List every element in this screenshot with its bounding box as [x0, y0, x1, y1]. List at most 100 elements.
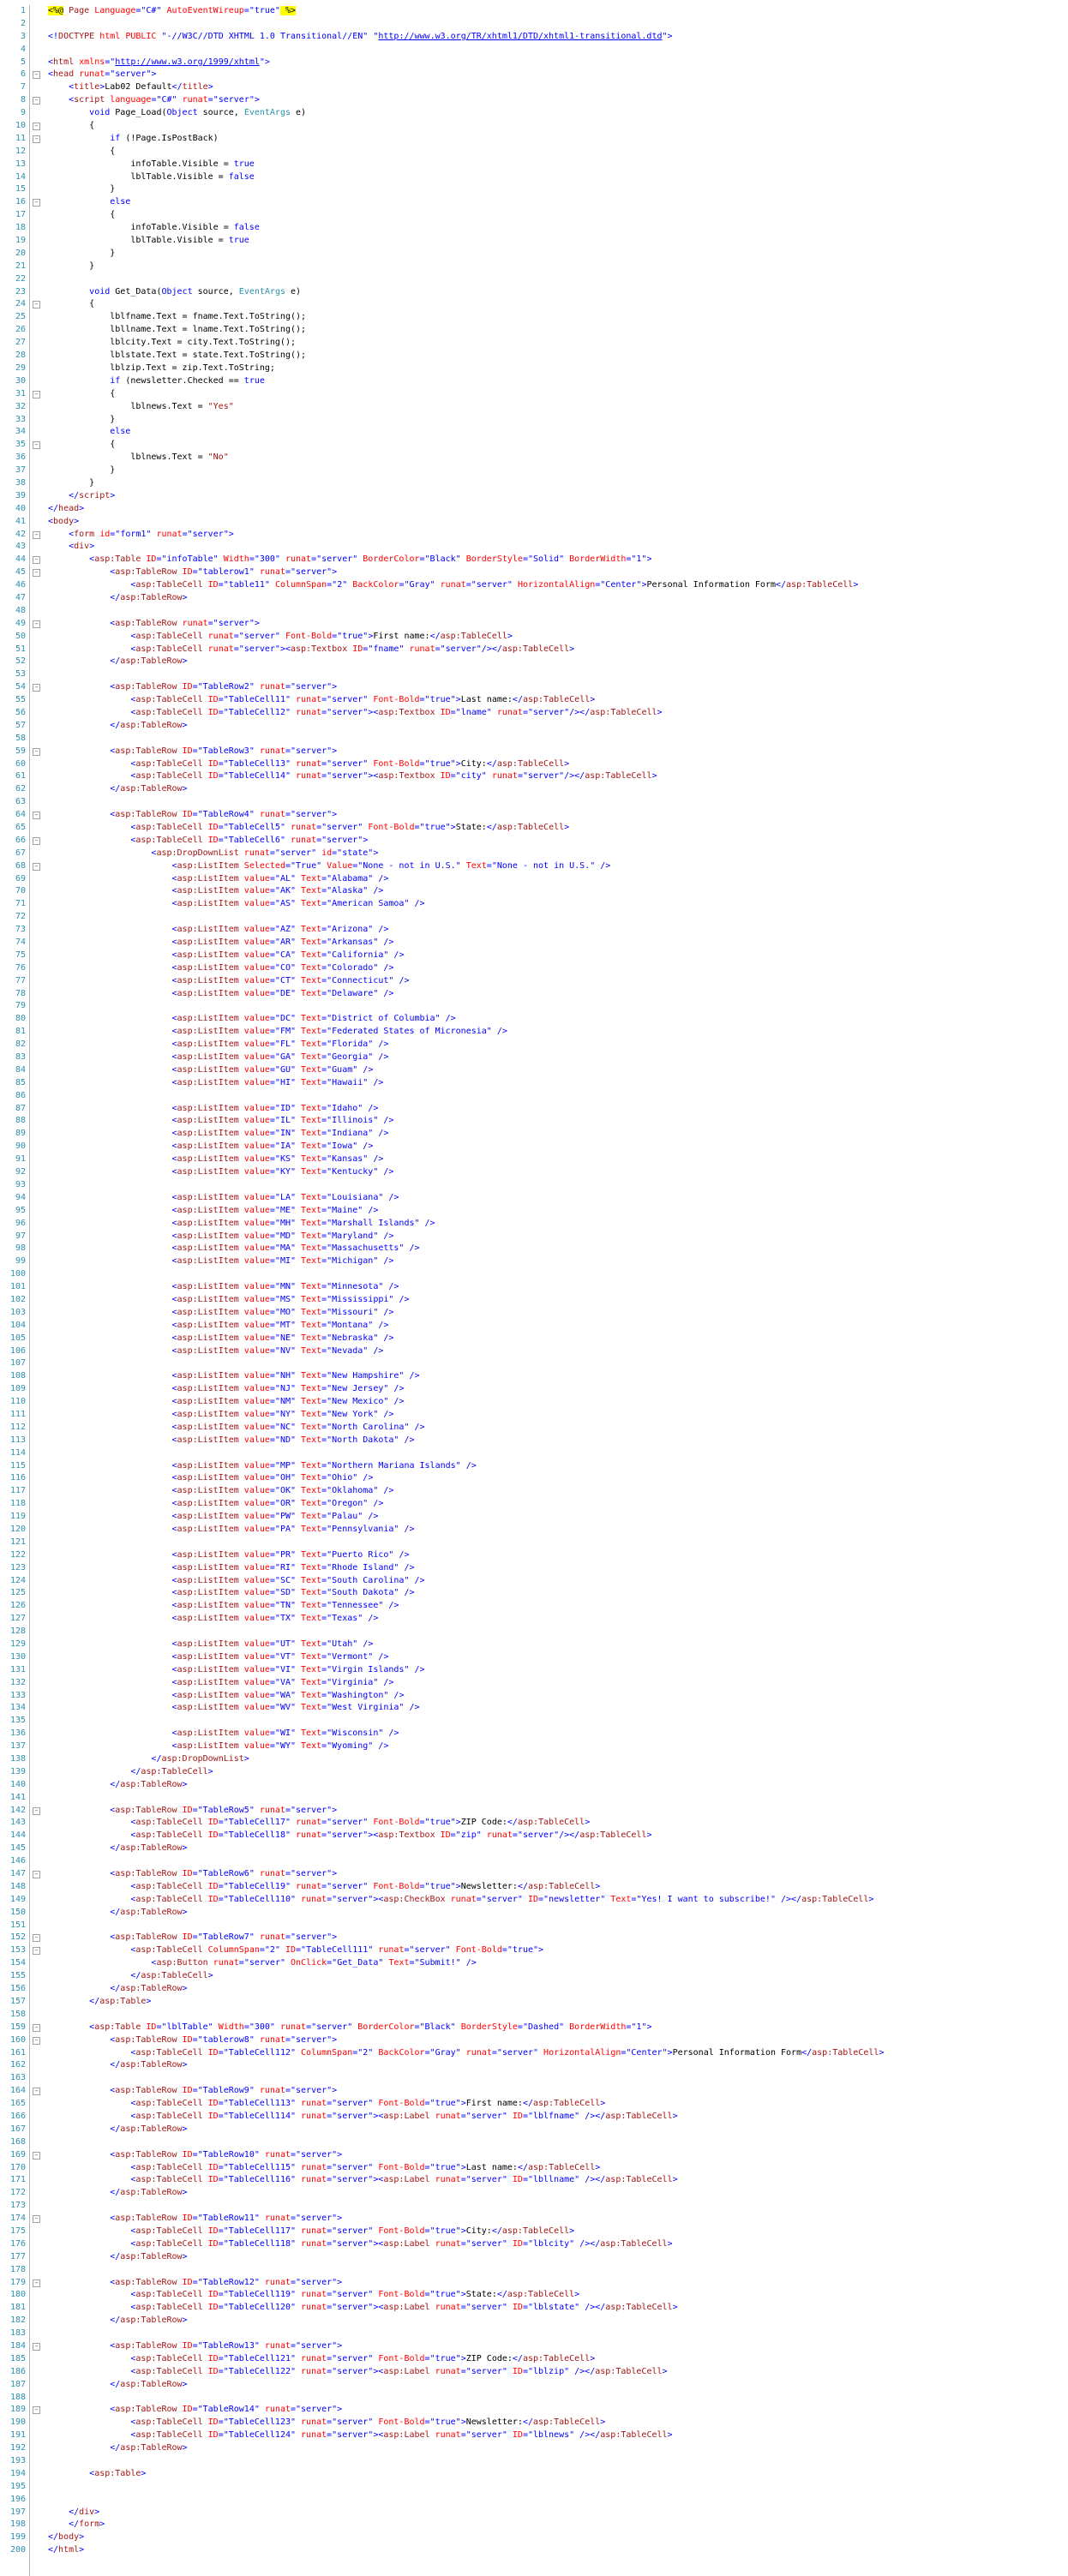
code-line[interactable]: 26 lbllname.Text = lname.Text.ToString()… — [0, 324, 1068, 337]
code-line[interactable]: 38 } — [0, 477, 1068, 490]
code-line[interactable]: 115 <asp:ListItem value="MP" Text="North… — [0, 1460, 1068, 1473]
code-line[interactable]: 33 } — [0, 414, 1068, 427]
code-line[interactable]: 20 } — [0, 248, 1068, 261]
code-line[interactable]: 22 — [0, 273, 1068, 286]
code-line[interactable]: 53 — [0, 668, 1068, 681]
code-line[interactable]: 128 — [0, 1626, 1068, 1638]
code-line[interactable]: 2 — [0, 18, 1068, 31]
code-line[interactable]: 11− if (!Page.IsPostBack) — [0, 133, 1068, 146]
code-line[interactable]: 9 void Page_Load(Object source, EventArg… — [0, 107, 1068, 120]
code-line[interactable]: 110 <asp:ListItem value="NM" Text="New M… — [0, 1396, 1068, 1409]
code-line[interactable]: 49− <asp:TableRow runat="server"> — [0, 618, 1068, 631]
code-line[interactable]: 126 <asp:ListItem value="TN" Text="Tenne… — [0, 1600, 1068, 1613]
code-line[interactable]: 179− <asp:TableRow ID="TableRow12" runat… — [0, 2277, 1068, 2290]
code-line[interactable]: 196 — [0, 2494, 1068, 2507]
collapse-icon[interactable]: − — [33, 2023, 40, 2032]
collapse-icon[interactable]: − — [33, 441, 40, 450]
code-line[interactable]: 176 <asp:TableCell ID="TableCell118" run… — [0, 2238, 1068, 2251]
code-line[interactable]: 47 </asp:TableRow> — [0, 592, 1068, 605]
collapse-icon[interactable]: − — [33, 71, 40, 80]
code-line[interactable]: 51 <asp:TableCell runat="server"><asp:Te… — [0, 644, 1068, 656]
code-line[interactable]: 120 <asp:ListItem value="PA" Text="Penns… — [0, 1524, 1068, 1537]
code-line[interactable]: 82 <asp:ListItem value="FL" Text="Florid… — [0, 1039, 1068, 1051]
code-line[interactable]: 166 <asp:TableCell ID="TableCell114" run… — [0, 2111, 1068, 2124]
code-line[interactable]: 73 <asp:ListItem value="AZ" Text="Arizon… — [0, 924, 1068, 937]
code-line[interactable]: 1 <%@ Page Language="C#" AutoEventWireup=… — [0, 5, 1068, 18]
collapse-icon[interactable]: − — [33, 747, 40, 756]
code-line[interactable]: 80 <asp:ListItem value="DC" Text="Distri… — [0, 1013, 1068, 1026]
code-line[interactable]: 37 } — [0, 464, 1068, 477]
code-line[interactable]: 16− else — [0, 196, 1068, 209]
code-line[interactable]: 189− <asp:TableRow ID="TableRow14" runat… — [0, 2404, 1068, 2417]
code-line[interactable]: 70 <asp:ListItem value="AK" Text="Alaska… — [0, 885, 1068, 898]
code-line[interactable]: 66− <asp:TableCell ID="TableCell6" runat… — [0, 835, 1068, 848]
collapse-icon[interactable]: − — [33, 97, 40, 105]
code-line[interactable]: 95 <asp:ListItem value="ME" Text="Maine"… — [0, 1205, 1068, 1218]
code-line[interactable]: 132 <asp:ListItem value="VA" Text="Virgi… — [0, 1677, 1068, 1690]
code-line[interactable]: 184− <asp:TableRow ID="TableRow13" runat… — [0, 2340, 1068, 2353]
code-line[interactable]: 160− <asp:TableRow ID="tablerow8" runat=… — [0, 2034, 1068, 2047]
code-line[interactable]: 121 — [0, 1537, 1068, 1549]
code-line[interactable]: 98 <asp:ListItem value="MA" Text="Massac… — [0, 1243, 1068, 1255]
code-line[interactable]: 30 if (newsletter.Checked == true — [0, 375, 1068, 388]
collapse-icon[interactable]: − — [33, 2342, 40, 2351]
code-line[interactable]: 44− <asp:Table ID="infoTable" Width="300… — [0, 554, 1068, 566]
code-line[interactable]: 129 <asp:ListItem value="UT" Text="Utah"… — [0, 1638, 1068, 1651]
code-line[interactable]: 164− <asp:TableRow ID="TableRow9" runat=… — [0, 2085, 1068, 2098]
code-line[interactable]: 162 </asp:TableRow> — [0, 2059, 1068, 2072]
code-line[interactable]: 90 <asp:ListItem value="IA" Text="Iowa" … — [0, 1141, 1068, 1153]
code-line[interactable]: 157 </asp:Table> — [0, 1996, 1068, 2009]
code-line[interactable]: 8− <script language="C#" runat="server"> — [0, 94, 1068, 107]
code-line[interactable]: 193 — [0, 2455, 1068, 2468]
code-line[interactable]: 185 <asp:TableCell ID="TableCell121" run… — [0, 2353, 1068, 2366]
code-line[interactable]: 152− <asp:TableRow ID="TableRow7" runat=… — [0, 1932, 1068, 1944]
code-line[interactable]: 165 <asp:TableCell ID="TableCell113" run… — [0, 2098, 1068, 2111]
code-line[interactable]: 36 lblnews.Text = "No" — [0, 452, 1068, 464]
code-line[interactable]: 105 <asp:ListItem value="NE" Text="Nebra… — [0, 1333, 1068, 1345]
code-line[interactable]: 89 <asp:ListItem value="IN" Text="Indian… — [0, 1128, 1068, 1141]
code-lines[interactable]: 1 <%@ Page Language="C#" AutoEventWireup=… — [0, 5, 1068, 2557]
code-line[interactable]: 84 <asp:ListItem value="GU" Text="Guam" … — [0, 1064, 1068, 1077]
code-line[interactable]: 14 lblTable.Visible = false — [0, 171, 1068, 184]
collapse-icon[interactable]: − — [33, 556, 40, 565]
collapse-icon[interactable]: − — [33, 620, 40, 628]
code-line[interactable]: 169− <asp:TableRow ID="TableRow10" runat… — [0, 2149, 1068, 2162]
code-line[interactable]: 137 <asp:ListItem value="WY" Text="Wyomi… — [0, 1740, 1068, 1753]
code-line[interactable]: 153− <asp:TableCell ColumnSpan="2" ID="T… — [0, 1944, 1068, 1957]
code-line[interactable]: 23 void Get_Data(Object source, EventArg… — [0, 286, 1068, 299]
code-line[interactable]: 4 — [0, 44, 1068, 57]
code-line[interactable]: 57 </asp:TableRow> — [0, 720, 1068, 733]
code-line[interactable]: 182 </asp:TableRow> — [0, 2315, 1068, 2327]
collapse-icon[interactable]: − — [33, 1871, 40, 1879]
code-line[interactable]: 127 <asp:ListItem value="TX" Text="Texas… — [0, 1613, 1068, 1626]
collapse-icon[interactable]: − — [33, 135, 40, 143]
code-line[interactable]: 29 lblzip.Text = zip.Text.ToString; — [0, 362, 1068, 375]
code-line[interactable]: 186 <asp:TableCell ID="TableCell122" run… — [0, 2366, 1068, 2379]
collapse-icon[interactable]: − — [33, 862, 40, 871]
collapse-icon[interactable]: − — [33, 2151, 40, 2160]
code-line[interactable]: 48 — [0, 605, 1068, 618]
code-line[interactable]: 27 lblcity.Text = city.Text.ToString(); — [0, 337, 1068, 350]
code-line[interactable]: 183 — [0, 2327, 1068, 2340]
code-line[interactable]: 155 </asp:TableCell> — [0, 1970, 1068, 1983]
code-line[interactable]: 93 — [0, 1179, 1068, 1192]
code-line[interactable]: 83 <asp:ListItem value="GA" Text="Georgi… — [0, 1051, 1068, 1064]
code-line[interactable]: 63 — [0, 796, 1068, 809]
code-line[interactable]: 7 <title>Lab02 Default</title> — [0, 81, 1068, 94]
code-line[interactable]: 81 <asp:ListItem value="FM" Text="Federa… — [0, 1026, 1068, 1039]
code-line[interactable]: 161 <asp:TableCell ID="TableCell112" Col… — [0, 2047, 1068, 2060]
collapse-icon[interactable]: − — [33, 1806, 40, 1815]
code-line[interactable]: 139 </asp:TableCell> — [0, 1766, 1068, 1779]
code-line[interactable]: 85 <asp:ListItem value="HI" Text="Hawaii… — [0, 1077, 1068, 1090]
code-line[interactable]: 135 — [0, 1715, 1068, 1728]
code-line[interactable]: 191 <asp:TableCell ID="TableCell124" run… — [0, 2429, 1068, 2442]
collapse-icon[interactable]: − — [33, 2215, 40, 2224]
code-line[interactable]: 188 — [0, 2392, 1068, 2405]
code-line[interactable]: 50 <asp:TableCell runat="server" Font-Bo… — [0, 631, 1068, 644]
code-line[interactable]: 143 <asp:TableCell ID="TableCell17" runa… — [0, 1817, 1068, 1830]
code-line[interactable]: 200 </html> — [0, 2544, 1068, 2557]
code-line[interactable]: 103 <asp:ListItem value="MO" Text="Misso… — [0, 1307, 1068, 1320]
code-line[interactable]: 163 — [0, 2072, 1068, 2085]
code-line[interactable]: 35− { — [0, 439, 1068, 452]
code-line[interactable]: 21 } — [0, 261, 1068, 273]
